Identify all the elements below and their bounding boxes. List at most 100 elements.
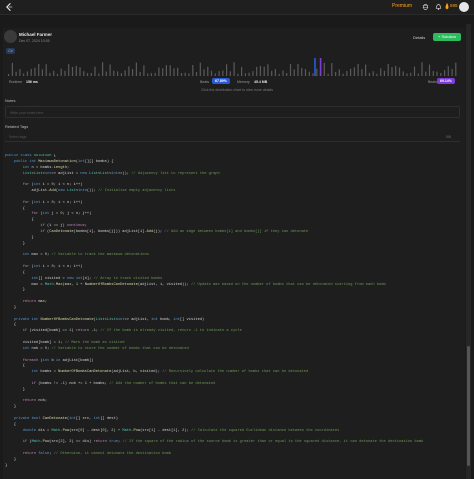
premium-link[interactable]: Premium: [392, 3, 412, 9]
code-block[interactable]: public class Solution { public int Maxim…: [5, 154, 463, 476]
distribution-bar: [304, 69, 307, 76]
distribution-bar: [436, 71, 438, 76]
runtime-beats-badge: 67.89%: [212, 78, 230, 84]
distribution-bar: [233, 62, 235, 76]
bell-icon[interactable]: [434, 2, 443, 11]
distribution-bar: [147, 73, 149, 76]
scrollbar-thumb[interactable]: [467, 346, 470, 466]
distribution-bar: [139, 71, 141, 76]
distribution-bar: [391, 67, 393, 76]
distribution-chart[interactable]: [6, 56, 461, 80]
distribution-bar: [173, 68, 175, 76]
distribution-bar: [237, 73, 239, 76]
distribution-bar: [26, 71, 28, 76]
distribution-bar: [113, 70, 115, 76]
post-solution-button[interactable]: + Solution: [433, 33, 461, 41]
user-avatar[interactable]: [459, 2, 469, 12]
notes-input[interactable]: Write your notes here: [5, 106, 460, 118]
distribution-bar: [440, 72, 442, 76]
distribution-bar: [421, 62, 423, 76]
distribution-bar: [338, 69, 340, 76]
distribution-bar: [368, 72, 370, 76]
submission-date: Dec 07, 2024 10:55: [19, 39, 50, 43]
distribution-bar: [188, 73, 190, 76]
distribution-bar: [124, 70, 126, 76]
distribution-bar: [41, 69, 43, 76]
distribution-bar: [376, 73, 378, 76]
distribution-bar: [252, 71, 254, 76]
distribution-bar: [210, 70, 213, 76]
distribution-bar: [451, 68, 453, 76]
distribution-bar: [15, 71, 17, 76]
distribution-bar: [395, 65, 397, 76]
distribution-bar: [297, 63, 299, 76]
distribution-bar: [278, 73, 280, 76]
chart-hint: Click the distribution chart to view mor…: [201, 88, 273, 92]
distribution-bar: [64, 70, 66, 76]
memory-beats-label: Beats: [428, 80, 437, 84]
distribution-bar: [19, 69, 21, 76]
distribution-bar: [177, 67, 179, 76]
distribution-bar: [444, 70, 446, 76]
distribution-bar: [11, 62, 13, 76]
runtime-label: Runtime: [9, 80, 23, 84]
distribution-bar: [413, 66, 416, 76]
distribution-bar: [154, 72, 156, 76]
distribution-bar: [301, 67, 303, 76]
distribution-bar: [207, 66, 209, 76]
distribution-bar: [271, 70, 273, 76]
distribution-bar: [455, 62, 457, 76]
distribution-bar: [365, 64, 367, 76]
distribution-bar: [30, 68, 32, 76]
top-navbar: Premium 595: [0, 0, 474, 15]
distribution-bar: [308, 71, 310, 76]
distribution-bar: [102, 62, 104, 76]
distribution-bar: [226, 64, 228, 76]
distribution-bar: [56, 73, 59, 76]
tags-count: 0/5: [446, 135, 451, 139]
distribution-bar: [372, 71, 374, 76]
distribution-bar: [192, 65, 194, 76]
distribution-bar: [289, 64, 292, 76]
distribution-bar: [267, 64, 269, 76]
distribution-bar: [38, 63, 40, 76]
distribution-bar: [79, 67, 81, 76]
distribution-bar: [387, 63, 389, 76]
distribution-bar: [323, 62, 325, 76]
distribution-bar: [335, 71, 337, 76]
distribution-bar: [8, 74, 10, 76]
distribution-bar: [241, 67, 243, 76]
distribution-bar: [60, 68, 62, 76]
distribution-bar: [350, 68, 352, 76]
details-button[interactable]: Details: [413, 35, 425, 40]
distribution-bar: [214, 73, 216, 76]
distribution-bar: [331, 63, 333, 76]
author-name[interactable]: Michael Farmer: [19, 32, 52, 37]
memory-marker: [319, 58, 322, 76]
distribution-bar: [86, 73, 89, 76]
tags-select[interactable]: Select tags: [5, 132, 460, 142]
distribution-bar: [282, 70, 284, 76]
bug-icon[interactable]: [421, 2, 430, 11]
coin-count: 595: [450, 3, 458, 8]
distribution-bar: [447, 66, 449, 76]
distribution-bar: [316, 68, 318, 76]
runtime-marker: [314, 58, 316, 76]
distribution-bar: [410, 72, 412, 76]
leetcode-logo-icon[interactable]: [5, 2, 14, 12]
distribution-bar: [286, 73, 288, 76]
distribution-bar: [432, 71, 434, 76]
language-tag[interactable]: C#: [6, 48, 15, 54]
distribution-bar: [45, 64, 47, 76]
distribution-bar: [327, 73, 329, 76]
runtime-beats-label: Beats: [200, 80, 209, 84]
distribution-bar: [34, 67, 36, 76]
distribution-bar: [346, 71, 348, 76]
distribution-bar: [53, 70, 55, 76]
distribution-bar: [199, 62, 201, 76]
notes-label: Notes: [5, 98, 16, 103]
distribution-bar: [83, 71, 85, 76]
distribution-bar: [417, 73, 419, 76]
author-avatar[interactable]: [4, 30, 17, 43]
code-line: if (Math.Pow(src[2], 2) >= dis) return t…: [22, 440, 424, 445]
